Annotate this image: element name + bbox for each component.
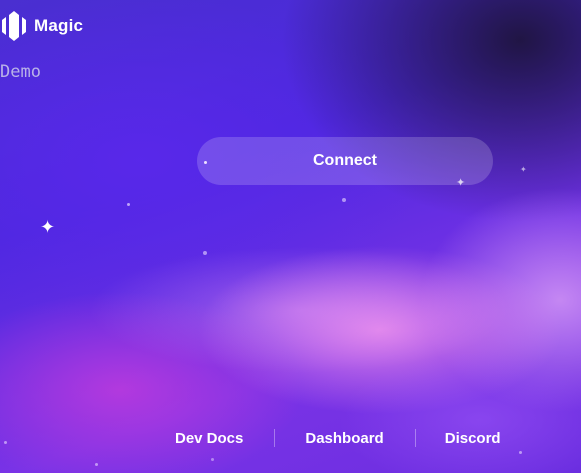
footer-link-discord[interactable]: Discord — [445, 430, 501, 447]
connect-button[interactable]: Connect — [197, 137, 493, 185]
magic-logo-icon — [2, 11, 26, 41]
footer-nav: Dev Docs Dashboard Discord — [155, 426, 535, 450]
brand: Magic — [0, 10, 83, 42]
footer-divider — [274, 429, 276, 447]
footer-divider — [414, 429, 416, 447]
star-dot — [95, 463, 98, 466]
brand-name: Magic — [34, 16, 84, 35]
sparkle-icon: ✦ — [40, 217, 56, 238]
star-dot — [342, 198, 346, 202]
footer-link-dashboard[interactable]: Dashboard — [305, 430, 383, 447]
background-haze — [0, 0, 581, 473]
sparkle-icon: ✦ — [520, 165, 527, 174]
star-dot — [519, 451, 522, 454]
star-dot — [203, 251, 207, 255]
footer-link-dev-docs[interactable]: Dev Docs — [175, 430, 243, 447]
star-dot — [211, 458, 214, 461]
star-dot — [4, 441, 7, 444]
star-dot — [127, 203, 130, 206]
page-subtitle: Demo — [0, 62, 41, 82]
